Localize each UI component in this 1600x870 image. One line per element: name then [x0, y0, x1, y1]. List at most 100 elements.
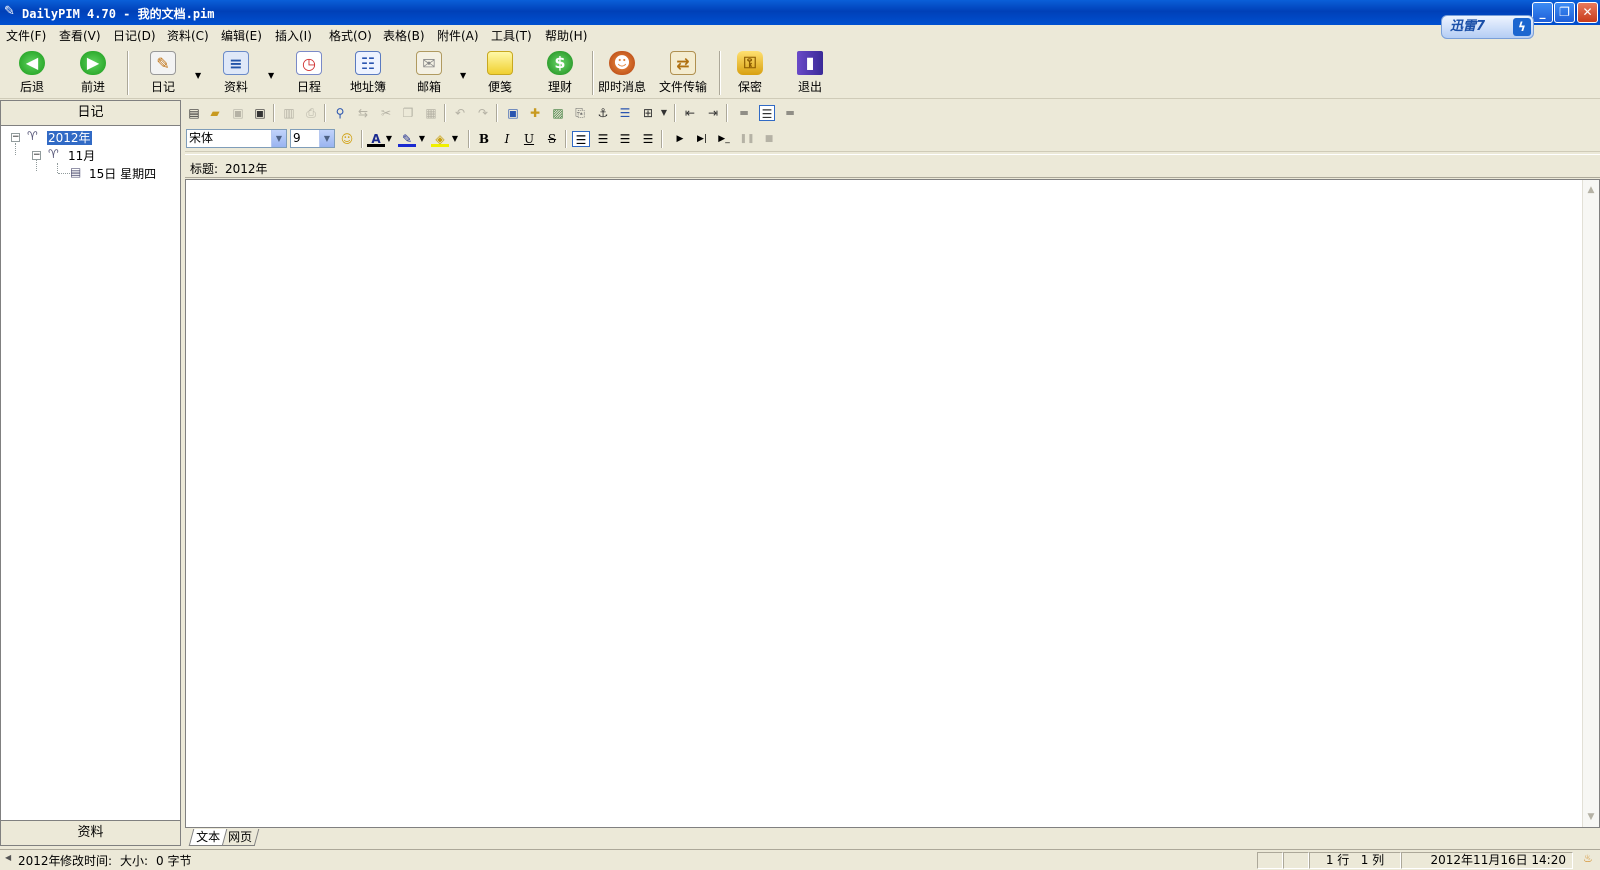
finance-button[interactable]: $ 理财: [535, 51, 585, 95]
play-step-icon[interactable]: ▶|: [693, 131, 711, 147]
insert-attachment-icon[interactable]: ✚: [527, 105, 543, 121]
save-icon[interactable]: ▣: [230, 105, 246, 121]
insert-image-icon[interactable]: ▨: [550, 105, 566, 121]
tree-item-year[interactable]: 2012年: [47, 129, 92, 146]
italic-icon[interactable]: I: [498, 131, 516, 147]
note-button[interactable]: 便笺: [475, 51, 525, 95]
align-justify-icon[interactable]: ☰: [639, 131, 657, 147]
file-transfer-button[interactable]: ⇄ 文件传输: [658, 51, 708, 95]
mail-dropdown-icon[interactable]: ▼: [460, 71, 466, 80]
menu-format[interactable]: 格式(O): [329, 27, 372, 44]
instant-message-label: 即时消息: [597, 80, 646, 94]
undo-icon[interactable]: ↶: [452, 105, 468, 121]
menu-edit[interactable]: 编辑(E): [221, 27, 262, 44]
decrease-indent-icon[interactable]: ⇤: [682, 105, 698, 121]
diary-folder-icon: ♈: [27, 129, 38, 143]
fill-dropdown-icon[interactable]: ▼: [450, 131, 460, 147]
list-icon[interactable]: ☰: [617, 105, 633, 121]
back-button[interactable]: ◀ 后退: [7, 51, 57, 95]
open-folder-icon[interactable]: ▰: [207, 105, 223, 121]
play-icon[interactable]: ▶: [671, 131, 689, 147]
table-dropdown-icon[interactable]: ▼: [656, 105, 672, 121]
menu-tools[interactable]: 工具(T): [491, 27, 532, 44]
menu-insert[interactable]: 插入(I): [275, 27, 312, 44]
play-next-icon[interactable]: ▶_: [715, 131, 733, 147]
insert-object-icon[interactable]: ▣: [505, 105, 521, 121]
align-right-icon[interactable]: ☰: [616, 131, 634, 147]
insert-table-icon[interactable]: ⊞: [640, 105, 656, 121]
toolbar-separator: [592, 51, 594, 95]
status-modified-label: 修改时间:: [60, 854, 113, 868]
strikethrough-icon[interactable]: S: [543, 131, 561, 147]
bold-icon[interactable]: B: [475, 131, 493, 147]
new-doc-icon[interactable]: ▤: [186, 105, 202, 121]
info-icon: ≡: [223, 51, 249, 75]
menu-diary[interactable]: 日记(D): [113, 27, 156, 44]
tree-item-month[interactable]: 11月: [68, 147, 95, 164]
line-spacing-1-5-icon[interactable]: ☰: [759, 105, 775, 121]
collapse-year-icon[interactable]: −: [11, 133, 20, 142]
menu-attachment[interactable]: 附件(A): [437, 27, 479, 44]
sidebar-tab-info[interactable]: 资料: [1, 820, 180, 845]
schedule-icon: ◷: [296, 51, 322, 75]
menu-info[interactable]: 资料(C): [167, 27, 209, 44]
exit-button[interactable]: ▮ 退出: [785, 51, 835, 95]
vertical-scrollbar[interactable]: ▲ ▼: [1582, 180, 1599, 827]
line-spacing-1-icon[interactable]: ═: [736, 105, 752, 121]
minimize-button[interactable]: _: [1532, 2, 1553, 23]
increase-indent-icon[interactable]: ⇥: [705, 105, 721, 121]
tree-item-day[interactable]: 15日 星期四: [89, 165, 156, 182]
underline-icon[interactable]: U: [520, 131, 538, 147]
font-select[interactable]: 宋体 ▼: [186, 129, 287, 148]
stop-icon[interactable]: ■: [760, 131, 778, 147]
align-center-icon[interactable]: ☰: [594, 131, 612, 147]
redo-icon[interactable]: ↷: [475, 105, 491, 121]
insert-file-icon[interactable]: ⎘: [572, 105, 588, 121]
mailbox-button[interactable]: ✉ 邮箱: [404, 51, 454, 95]
line-spacing-2-icon[interactable]: ═: [782, 105, 798, 121]
status-size-label: 大小:: [120, 854, 149, 868]
xunlei-widget[interactable]: 迅雷7 ϟ: [1441, 15, 1534, 39]
address-book-button[interactable]: ☷ 地址簿: [343, 51, 393, 95]
diary-button[interactable]: ✎ 日记: [138, 51, 188, 95]
align-left-icon[interactable]: ☰: [572, 131, 590, 147]
close-button[interactable]: ✕: [1577, 2, 1598, 23]
cut-icon[interactable]: ✂: [378, 105, 394, 121]
font-size-select[interactable]: 9 ▼: [290, 129, 335, 148]
find-icon[interactable]: ⚲: [332, 105, 348, 121]
instant-message-button[interactable]: ☻ 即时消息: [597, 51, 647, 95]
subject-value[interactable]: 2012年: [225, 160, 268, 177]
info-button[interactable]: ≡ 资料: [211, 51, 261, 95]
menu-file[interactable]: 文件(F): [6, 27, 46, 44]
pause-icon[interactable]: ❚❚: [738, 131, 756, 147]
forward-button[interactable]: ▶ 前进: [68, 51, 118, 95]
highlight-pen-icon[interactable]: ✎: [398, 131, 416, 147]
secure-button[interactable]: ⚿ 保密: [725, 51, 775, 95]
menu-help[interactable]: 帮助(H): [545, 27, 587, 44]
replace-icon[interactable]: ⇆: [355, 105, 371, 121]
copy-icon[interactable]: ❐: [400, 105, 416, 121]
collapse-month-icon[interactable]: −: [32, 151, 41, 160]
font-color-dropdown-icon[interactable]: ▼: [384, 131, 394, 147]
info-dropdown-icon[interactable]: ▼: [268, 71, 274, 80]
sidebar-tab-diary[interactable]: 日记: [1, 101, 180, 126]
highlight-dropdown-icon[interactable]: ▼: [417, 131, 427, 147]
diary-dropdown-icon[interactable]: ▼: [195, 71, 201, 80]
emoticon-icon[interactable]: ☺: [338, 131, 356, 147]
scroll-down-icon[interactable]: ▼: [1583, 809, 1599, 825]
menu-view[interactable]: 查看(V): [59, 27, 101, 44]
print-preview-icon[interactable]: ▥: [281, 105, 297, 121]
restore-button[interactable]: ❐: [1554, 2, 1575, 23]
fill-color-icon[interactable]: ◈: [431, 131, 449, 147]
menu-table[interactable]: 表格(B): [383, 27, 425, 44]
editor-area[interactable]: ▲ ▼: [185, 179, 1600, 828]
tab-text[interactable]: 文本: [188, 829, 228, 846]
anchor-icon[interactable]: ⚓: [595, 105, 611, 121]
scroll-up-icon[interactable]: ▲: [1583, 182, 1599, 198]
font-color-icon[interactable]: A: [367, 131, 385, 147]
print-icon[interactable]: ⎙: [303, 105, 319, 121]
paste-icon[interactable]: ▦: [423, 105, 439, 121]
save-all-icon[interactable]: ▣: [252, 105, 268, 121]
status-cell: [1283, 852, 1309, 869]
schedule-button[interactable]: ◷ 日程: [284, 51, 334, 95]
